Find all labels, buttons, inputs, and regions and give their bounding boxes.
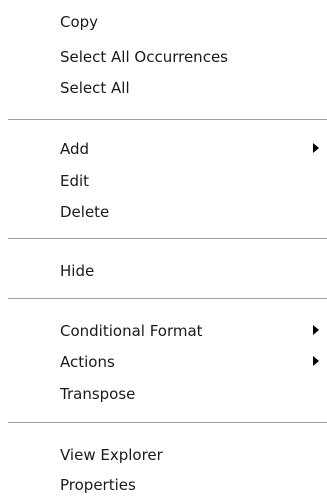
menu-item-transpose[interactable]: Transpose — [0, 382, 327, 406]
menu-item-label: Delete — [60, 203, 110, 221]
menu-item-label: Actions — [60, 353, 115, 371]
context-menu: Copy Select All Occurrences Select All A… — [0, 0, 327, 499]
menu-separator — [8, 119, 327, 120]
menu-item-label: View Explorer — [60, 446, 163, 464]
chevron-right-icon — [313, 356, 319, 366]
menu-item-label: Copy — [60, 13, 99, 31]
menu-item-edit[interactable]: Edit — [0, 169, 327, 193]
menu-item-label: Add — [60, 140, 90, 158]
menu-item-label: Transpose — [60, 385, 136, 403]
chevron-right-icon — [313, 143, 319, 153]
menu-item-label: Properties — [60, 476, 136, 494]
menu-item-label: Select All — [60, 79, 130, 97]
menu-item-delete[interactable]: Delete — [0, 200, 327, 224]
menu-item-view-explorer[interactable]: View Explorer — [0, 443, 327, 467]
menu-separator — [8, 238, 327, 239]
menu-item-label: Conditional Format — [60, 322, 203, 340]
chevron-right-icon — [313, 325, 319, 335]
menu-item-add[interactable]: Add — [0, 137, 327, 161]
menu-item-label: Hide — [60, 262, 95, 280]
menu-item-actions[interactable]: Actions — [0, 350, 327, 374]
menu-item-hide[interactable]: Hide — [0, 259, 327, 283]
menu-item-copy[interactable]: Copy — [0, 10, 327, 34]
menu-separator — [8, 298, 327, 299]
menu-item-label: Edit — [60, 172, 90, 190]
menu-item-properties[interactable]: Properties — [0, 473, 327, 497]
menu-item-select-all-occurrences[interactable]: Select All Occurrences — [0, 45, 327, 69]
menu-item-label: Select All Occurrences — [60, 48, 228, 66]
menu-item-select-all[interactable]: Select All — [0, 76, 327, 100]
menu-separator — [8, 422, 327, 423]
menu-item-conditional-format[interactable]: Conditional Format — [0, 319, 327, 343]
